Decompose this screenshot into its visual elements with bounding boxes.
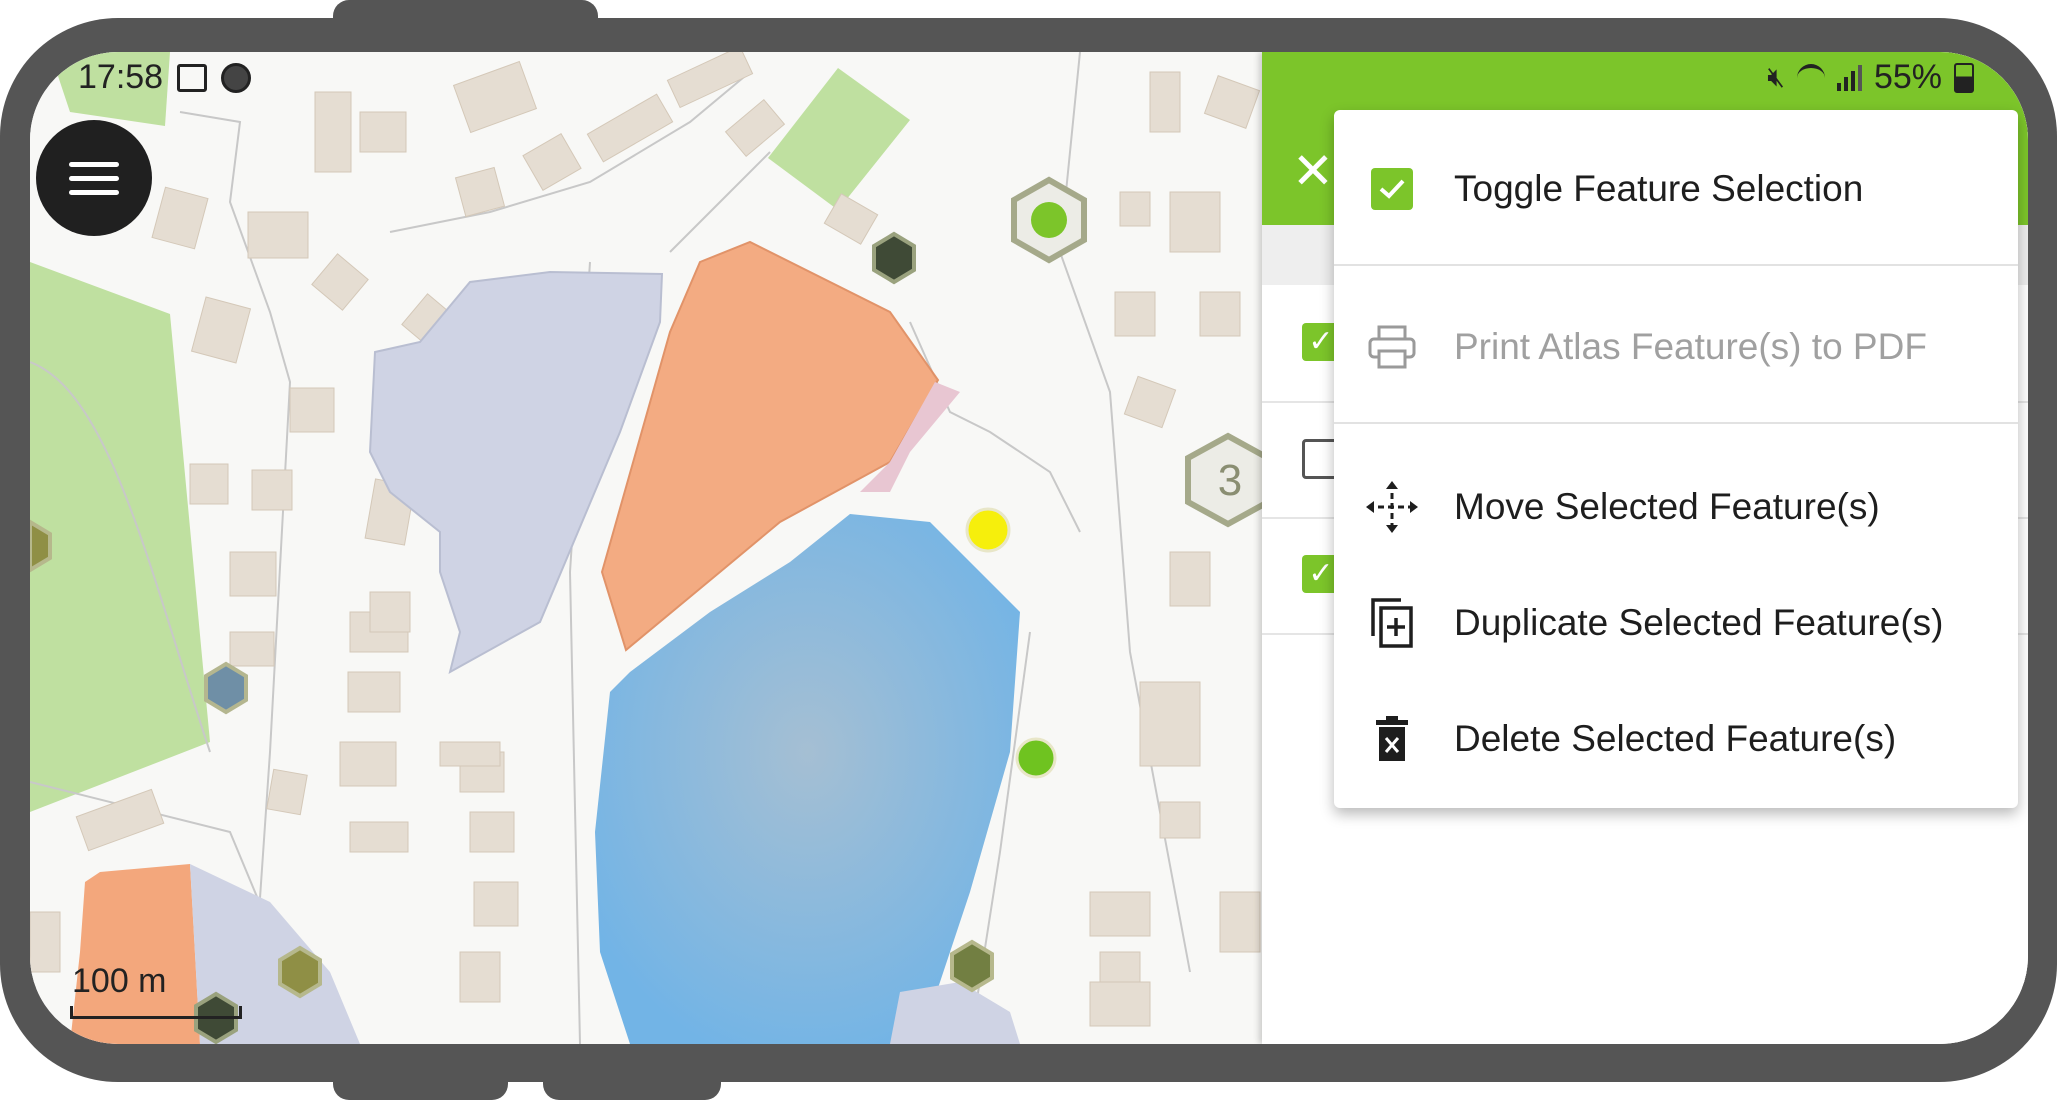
move-arrows-icon: [1364, 479, 1420, 535]
scale-label: 100 m: [72, 962, 167, 1000]
phone-screen: 3 17:58 100 m ✕ ✓ ✓ 🔇︎ 55% Toggle Featur…: [30, 52, 2028, 1044]
wifi-icon: [1796, 63, 1825, 92]
chat-notification-icon: [221, 62, 252, 93]
status-time: 17:58: [78, 58, 164, 96]
image-notification-icon: [177, 63, 208, 92]
menu-item-label: Toggle Feature Selection: [1454, 168, 1864, 209]
menu-item-label: Delete Selected Feature(s): [1454, 718, 1897, 759]
menu-item-label: Move Selected Feature(s): [1454, 486, 1880, 527]
yellow-point-marker: [965, 507, 1011, 553]
battery-percent: 55%: [1873, 58, 1942, 96]
cluster-count: 3: [1217, 456, 1243, 505]
hamburger-icon-bar: [69, 189, 119, 195]
green-point-marker: [1015, 737, 1057, 779]
signal-icon: [1836, 64, 1862, 91]
menu-item-print-atlas[interactable]: Print Atlas Feature(s) to PDF: [1334, 308, 2018, 386]
menu-item-duplicate-features[interactable]: Duplicate Selected Feature(s): [1334, 584, 2018, 662]
hex-marker-dark: [872, 231, 916, 285]
trash-icon: [1364, 711, 1420, 767]
mute-icon: 🔇︎: [1767, 61, 1785, 92]
green-point-marker: [1031, 202, 1067, 238]
duplicate-icon: [1364, 595, 1420, 651]
menu-divider: [1334, 422, 2018, 424]
close-icon[interactable]: ✕: [1292, 142, 1334, 200]
hamburger-icon-bar: [69, 175, 119, 181]
hex-marker-olive: [950, 939, 994, 993]
hamburger-icon: [69, 161, 119, 167]
battery-icon: [1954, 62, 1974, 93]
menu-item-delete-features[interactable]: Delete Selected Feature(s): [1334, 700, 2018, 778]
menu-item-label: Duplicate Selected Feature(s): [1454, 602, 1944, 643]
phone-device: 3 17:58 100 m ✕ ✓ ✓ 🔇︎ 55% Toggle Featur…: [0, 0, 2057, 1100]
menu-item-move-features[interactable]: Move Selected Feature(s): [1334, 468, 2018, 546]
printer-icon: [1364, 319, 1420, 375]
menu-divider: [1334, 264, 2018, 266]
menu-item-label: Print Atlas Feature(s) to PDF: [1454, 326, 1927, 367]
hex-marker-blue: [204, 661, 248, 715]
context-menu: Toggle Feature Selection Print Atlas Fea…: [1334, 110, 2018, 808]
main-menu-button[interactable]: [36, 120, 152, 236]
menu-item-toggle-feature-selection[interactable]: Toggle Feature Selection: [1334, 150, 2018, 228]
scale-bar: [70, 1006, 242, 1019]
status-bar-left: 17:58: [78, 58, 252, 97]
checkbox-checked-icon: [1364, 161, 1420, 217]
hex-marker-olive: [278, 945, 322, 999]
status-bar-right: 🔇︎ 55%: [1767, 58, 1974, 97]
